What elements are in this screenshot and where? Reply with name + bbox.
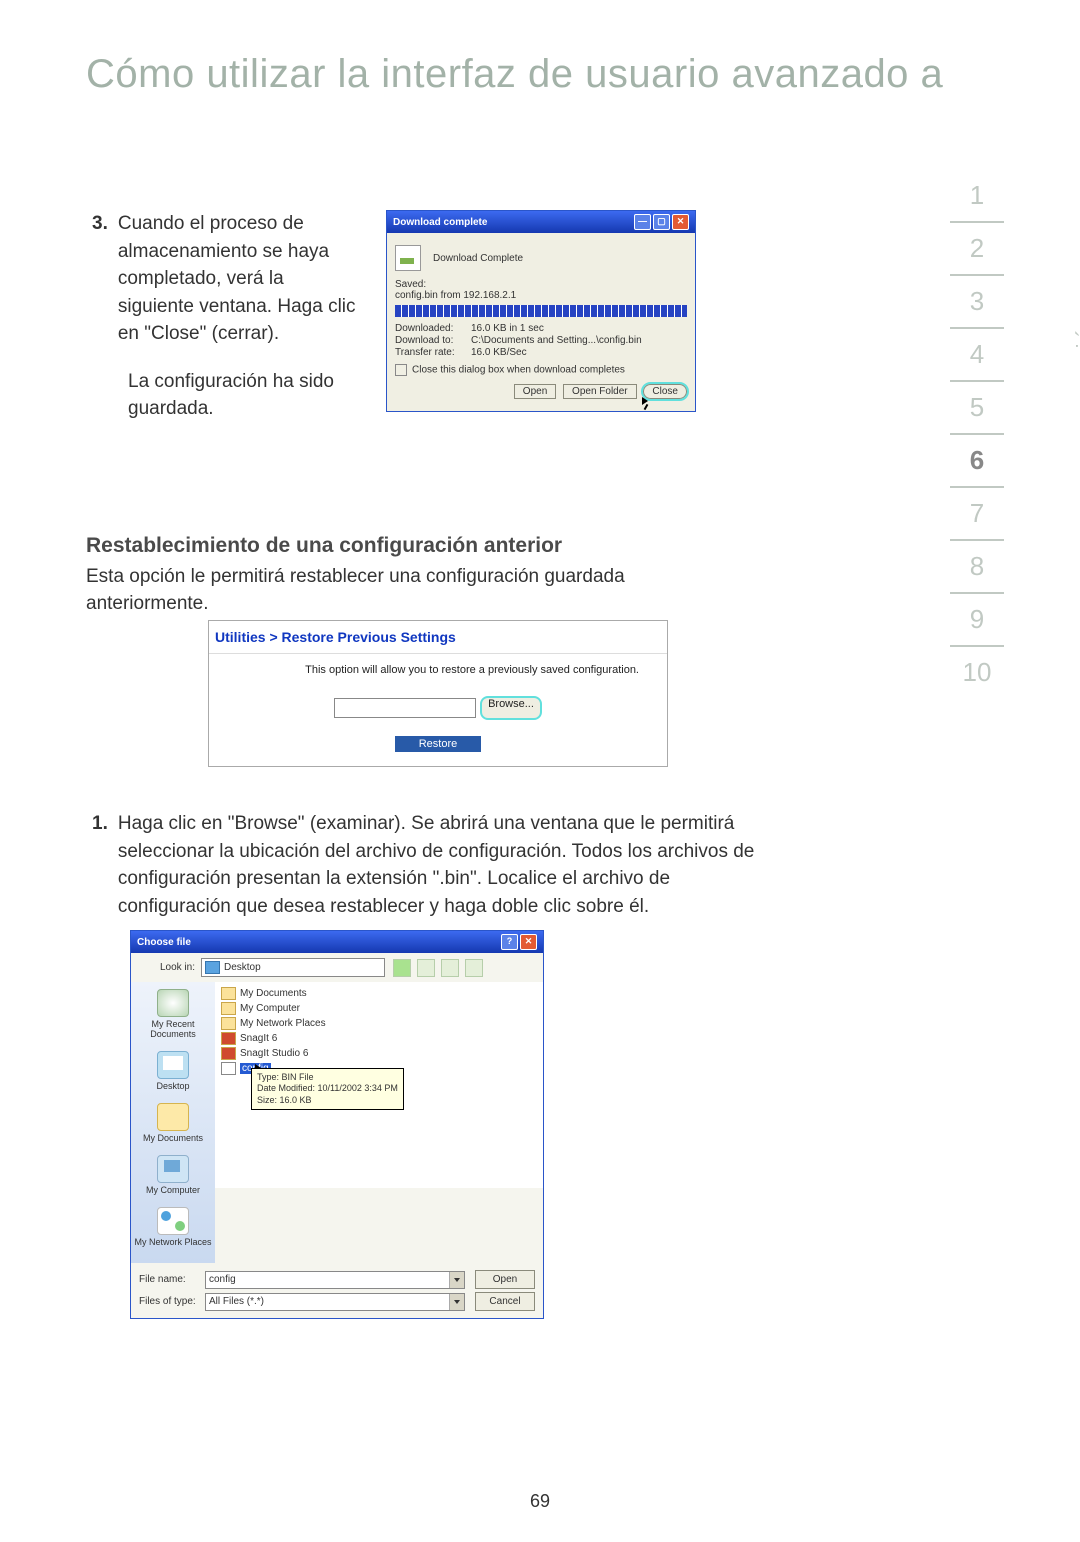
close-checkbox-label: Close this dialog box when download comp… <box>412 365 625 376</box>
recent-icon <box>157 989 189 1017</box>
close-icon[interactable]: ✕ <box>520 934 537 950</box>
saved-value: config.bin from 192.168.2.1 <box>395 290 687 301</box>
step-3-p1: Cuando el proceso de almacenamiento se h… <box>118 210 358 348</box>
dialog-titlebar[interactable]: Choose file ? ✕ <box>131 931 543 953</box>
documents-icon <box>157 1103 189 1131</box>
desktop-icon <box>205 961 220 974</box>
step-1-text: 1. Haga clic en "Browse" (examinar). Se a… <box>92 810 772 920</box>
places-bar: My Recent Documents Desktop My Documents… <box>131 982 215 1263</box>
dialog-title: Download complete <box>393 217 632 228</box>
sidebar-item[interactable]: 5 <box>950 382 1004 435</box>
list-item[interactable]: SnagIt Studio 6 <box>221 1046 537 1061</box>
place-documents[interactable]: My Documents <box>133 1103 213 1143</box>
sidebar-item[interactable]: 8 <box>950 541 1004 594</box>
list-item[interactable]: My Documents <box>221 986 537 1001</box>
up-icon[interactable] <box>417 959 435 977</box>
intro-text: Esta opción le permitirá restablecer una… <box>86 564 706 617</box>
sidebar-item[interactable]: 9 <box>950 594 1004 647</box>
views-icon[interactable] <box>465 959 483 977</box>
filename-label: File name: <box>139 1274 205 1285</box>
step-number: 1. <box>92 813 108 834</box>
file-icon <box>221 1062 236 1075</box>
file-list[interactable]: My Documents My Computer My Network Plac… <box>215 982 543 1188</box>
list-item[interactable]: My Computer <box>221 1001 537 1016</box>
file-path-input[interactable] <box>334 698 476 718</box>
close-icon[interactable]: ✕ <box>672 214 689 230</box>
panel-desc: This option will allow you to restore a … <box>219 660 657 686</box>
new-folder-icon[interactable] <box>441 959 459 977</box>
sidebar-item[interactable]: 10 <box>950 647 1004 698</box>
place-network[interactable]: My Network Places <box>133 1207 213 1247</box>
browse-button[interactable]: Browse... <box>480 696 542 720</box>
close-checkbox[interactable] <box>395 364 407 376</box>
choose-file-dialog: Choose file ? ✕ Look in: Desktop My Rece… <box>130 930 544 1319</box>
open-button[interactable]: Open <box>475 1270 535 1289</box>
lookin-select[interactable]: Desktop <box>201 958 385 977</box>
computer-icon <box>157 1155 189 1183</box>
close-button[interactable]: Close <box>643 384 687 399</box>
cancel-button[interactable]: Cancel <box>475 1292 535 1311</box>
saved-label: Saved: <box>395 279 687 290</box>
dialog-titlebar[interactable]: Download complete — ▢ ✕ <box>387 211 695 233</box>
list-item[interactable]: SnagIt 6 <box>221 1031 537 1046</box>
app-icon <box>221 1032 236 1045</box>
restore-panel: Utilities > Restore Previous Settings Th… <box>208 620 668 767</box>
folder-icon <box>221 1017 236 1030</box>
chevron-down-icon[interactable] <box>449 1294 464 1310</box>
lookin-label: Look in: <box>139 962 201 973</box>
sidebar-item[interactable]: 4 <box>950 329 1004 382</box>
section-sidebar: 1 2 3 4 5 6 7 8 9 10 <box>950 170 1004 698</box>
file-icon <box>395 245 421 271</box>
place-computer[interactable]: My Computer <box>133 1155 213 1195</box>
back-icon[interactable] <box>393 959 411 977</box>
download-complete-dialog: Download complete — ▢ ✕ Download Complet… <box>386 210 696 412</box>
downloaded-label: Downloaded: <box>395 323 471 334</box>
open-button[interactable]: Open <box>514 384 556 399</box>
sidebar-item[interactable]: 1 <box>950 170 1004 223</box>
step-number: 3. <box>92 213 108 234</box>
help-icon[interactable]: ? <box>501 934 518 950</box>
maximize-icon[interactable]: ▢ <box>653 214 670 230</box>
step-1-p: Haga clic en "Browse" (examinar). Se abr… <box>118 810 758 920</box>
place-recent[interactable]: My Recent Documents <box>133 989 213 1039</box>
restore-button[interactable]: Restore <box>395 736 482 752</box>
sidebar-item[interactable]: 2 <box>950 223 1004 276</box>
downloaded-value: 16.0 KB in 1 sec <box>471 323 544 334</box>
page-number: 69 <box>0 1491 1080 1512</box>
sidebar-item[interactable]: 7 <box>950 488 1004 541</box>
filename-input[interactable]: config <box>205 1271 465 1289</box>
download-to-label: Download to: <box>395 335 471 346</box>
lookin-value: Desktop <box>224 962 261 973</box>
page-title: Cómo utilizar la interfaz de usuario ava… <box>86 52 943 97</box>
app-icon <box>221 1047 236 1060</box>
download-to-value: C:\Documents and Setting...\config.bin <box>471 335 642 346</box>
filetype-label: Files of type: <box>139 1296 205 1307</box>
sidebar-item[interactable]: 6 <box>950 435 1004 488</box>
chevron-down-icon[interactable] <box>449 1272 464 1288</box>
step-3-text: 3. Cuando el proceso de almacenamiento se… <box>92 210 372 423</box>
rate-value: 16.0 KB/Sec <box>471 347 527 358</box>
step-3-p2: La configuración ha sido guardada. <box>128 368 372 423</box>
place-desktop[interactable]: Desktop <box>133 1051 213 1091</box>
panel-title: Utilities > Restore Previous Settings <box>209 621 667 654</box>
download-heading: Download Complete <box>433 253 523 264</box>
desktop-icon <box>157 1051 189 1079</box>
cursor-icon <box>642 397 648 405</box>
dialog-title: Choose file <box>137 937 499 948</box>
folder-icon <box>221 987 236 1000</box>
network-icon <box>157 1207 189 1235</box>
rate-label: Transfer rate: <box>395 347 471 358</box>
sidebar-label: sección <box>1072 310 1080 406</box>
tooltip: Type: BIN File Date Modified: 10/11/2002… <box>251 1068 404 1110</box>
progress-bar <box>395 305 687 317</box>
sidebar-item[interactable]: 3 <box>950 276 1004 329</box>
folder-icon <box>221 1002 236 1015</box>
list-item[interactable]: My Network Places <box>221 1016 537 1031</box>
open-folder-button[interactable]: Open Folder <box>563 384 637 399</box>
minimize-icon[interactable]: — <box>634 214 651 230</box>
section-heading: Restablecimiento de una configuración an… <box>86 534 562 558</box>
filetype-select[interactable]: All Files (*.*) <box>205 1293 465 1311</box>
